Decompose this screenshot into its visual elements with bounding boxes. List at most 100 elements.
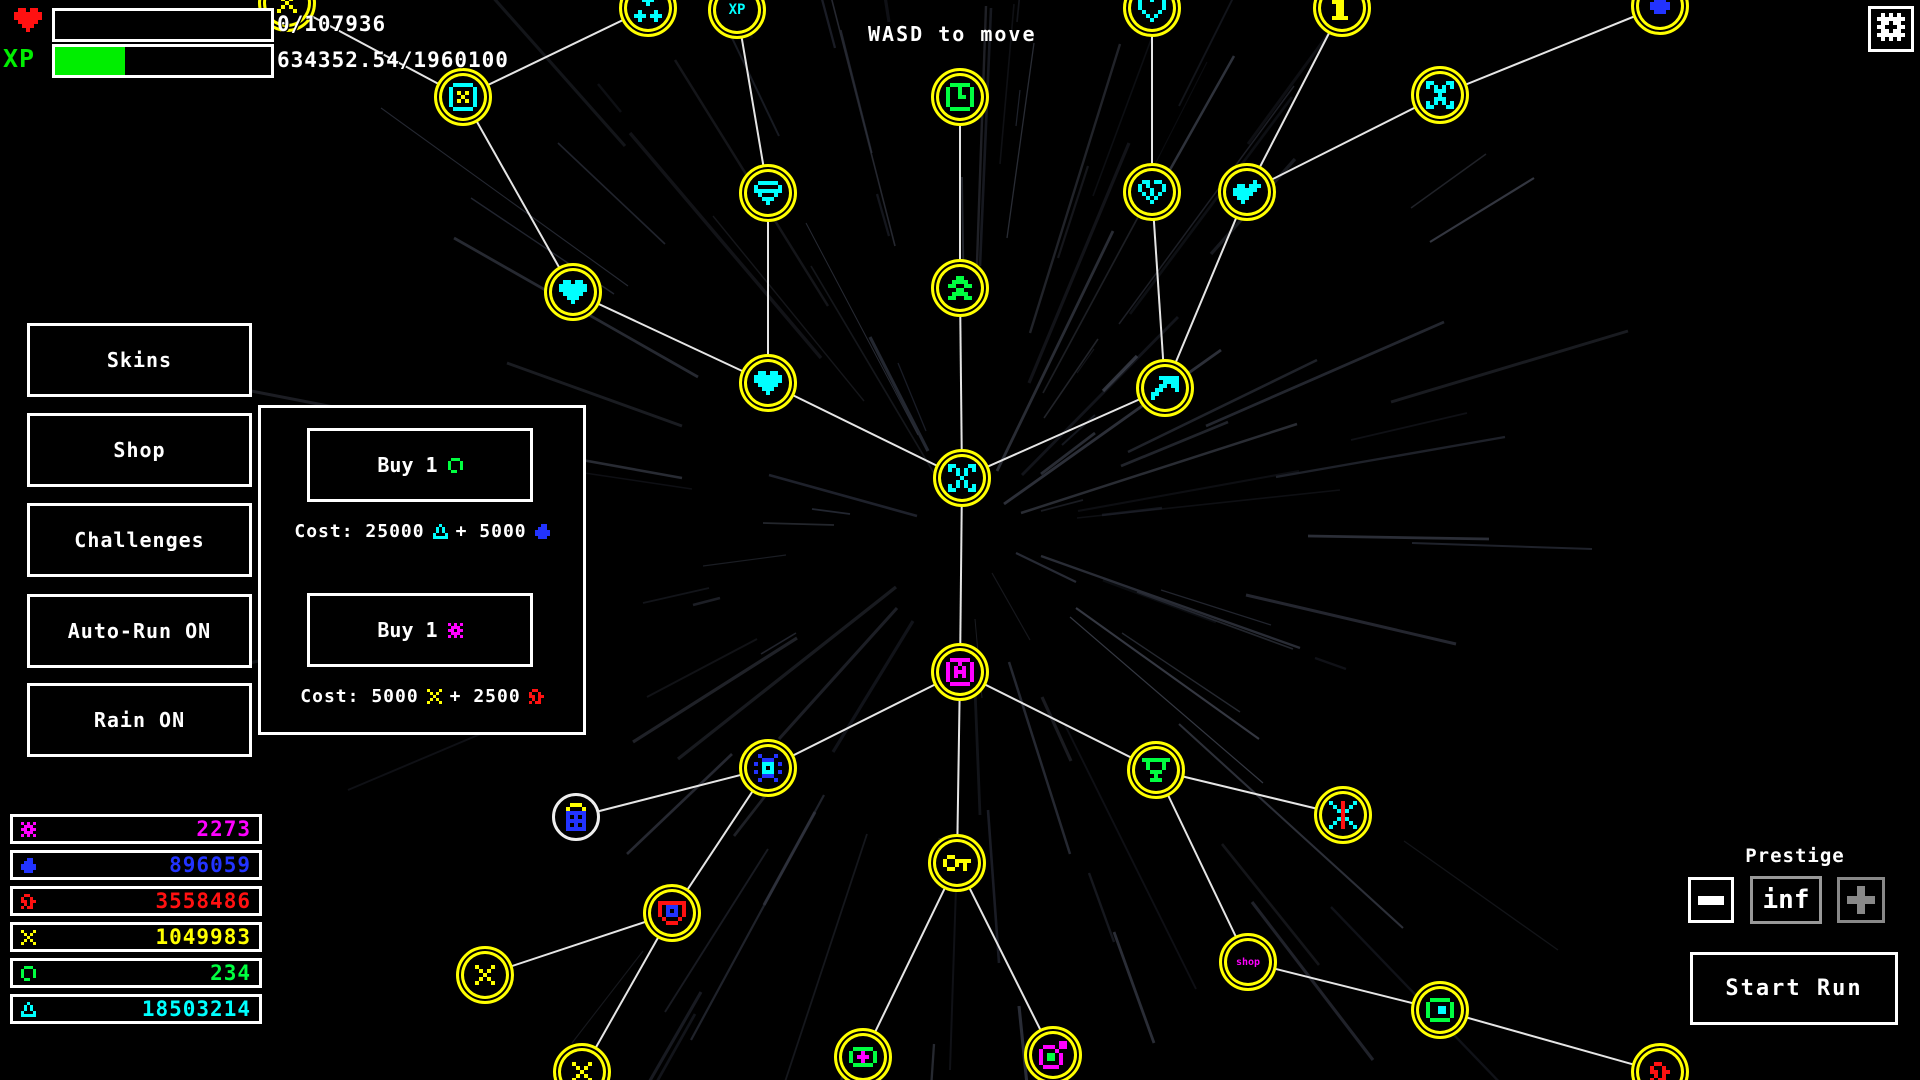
health-bar (52, 8, 274, 42)
resource-row-xmark: 1049983 (10, 922, 262, 952)
cost-text: + 5000 (456, 521, 527, 542)
menu-challenges-button[interactable]: Challenges (27, 503, 252, 577)
pack-icon (562, 803, 590, 831)
ring-icon (21, 966, 36, 981)
health-value: 0/107936 (277, 12, 386, 36)
ringx-icon (449, 83, 477, 111)
buy-button-1[interactable]: Buy 1 (307, 428, 533, 502)
xmark-icon (572, 1062, 592, 1080)
flask-icon (21, 1002, 36, 1017)
orb-icon (1650, 0, 1670, 14)
skill-node-auto[interactable] (931, 643, 989, 701)
resource-value: 2273 (36, 817, 251, 841)
tree-edge (1156, 770, 1248, 962)
cost-text: Cost: 5000 (300, 686, 418, 707)
buy-panel: Buy 1Cost: 25000+ 5000Buy 1Cost: 5000+ 2… (258, 405, 586, 735)
virus-icon (1650, 1062, 1670, 1080)
heart-b-icon (1138, 180, 1166, 204)
tree-edge (962, 388, 1165, 478)
cursor-icon (1151, 376, 1179, 400)
tree-edge (768, 383, 962, 478)
skill-node-heart-mid[interactable] (739, 354, 797, 412)
heart-o-icon (1138, 0, 1166, 22)
cost-line-1: Cost: 25000 + 5000 (261, 521, 583, 542)
skill-node-ring-x[interactable] (434, 68, 492, 126)
burstg-icon (849, 1047, 877, 1067)
cost-text: Cost: 25000 (294, 521, 424, 542)
skill-node-backpack[interactable] (552, 793, 600, 841)
resource-value: 1049983 (36, 925, 251, 949)
buy-button-label: Buy 1 (377, 618, 437, 642)
menu-skins-button[interactable]: Skins (27, 323, 252, 397)
skill-node-bug-red[interactable] (1314, 786, 1372, 844)
blob-icon (21, 858, 36, 873)
heart-icon (14, 8, 42, 32)
skill-node-heart-left[interactable] (544, 263, 602, 321)
tree-edge (960, 672, 1156, 770)
virus-icon (529, 689, 544, 704)
buy-button-2[interactable]: Buy 1 (307, 593, 533, 667)
xmark-icon (21, 930, 36, 945)
blob-icon (535, 524, 550, 539)
tree-edge (1247, 8, 1342, 192)
resource-value: 18503214 (36, 997, 251, 1021)
resource-row-blob: 896059 (10, 850, 262, 880)
bugr-icon (1329, 801, 1357, 829)
resource-row-ring: 234 (10, 958, 262, 988)
plus-icon (1847, 886, 1875, 914)
skill-node-key[interactable] (928, 834, 986, 892)
tree-edge (1165, 192, 1247, 388)
gear-icon (1877, 13, 1905, 45)
node-label-shop: shop (1236, 957, 1260, 968)
skill-node-x-yellow[interactable] (456, 946, 514, 1004)
xp-bar (52, 44, 274, 78)
menu-auto-run-button[interactable]: Auto-Run ON (27, 594, 252, 668)
buy-button-label: Buy 1 (377, 453, 437, 477)
key-icon (943, 855, 971, 871)
burst-icon (448, 623, 463, 638)
node-label-xp: XP (729, 2, 746, 18)
shield-icon (754, 181, 782, 205)
skill-node-cursor[interactable] (1136, 359, 1194, 417)
xp-label: XP (3, 44, 35, 73)
tree-edge (863, 863, 957, 1057)
skill-node-burst-ring[interactable] (834, 1028, 892, 1080)
skill-node-trophy[interactable] (1127, 741, 1185, 799)
skill-node-chevrons[interactable] (931, 259, 989, 317)
skill-node-heart-plus[interactable] (1218, 163, 1276, 221)
xp-bar-fill (55, 47, 125, 75)
skill-node-broken-heart[interactable] (1123, 163, 1181, 221)
skill-node-clock[interactable] (931, 68, 989, 126)
skill-node-bug-blue[interactable] (739, 739, 797, 797)
tree-edge (1440, 6, 1660, 95)
shieldr-icon (658, 901, 686, 925)
resource-value: 896059 (36, 853, 251, 877)
skill-node-shield-red[interactable] (643, 884, 701, 942)
heart-icon (559, 280, 587, 304)
one-icon (1328, 0, 1356, 20)
settings-button[interactable] (1868, 6, 1914, 52)
menu-shop-button[interactable]: Shop (27, 413, 252, 487)
skill-node-spread[interactable] (1411, 66, 1469, 124)
resource-row-flask: 18503214 (10, 994, 262, 1024)
resource-row-burst: 2273 (10, 814, 262, 844)
tree-edge (1440, 1010, 1660, 1072)
virus-icon (21, 894, 36, 909)
skill-node-center[interactable] (933, 449, 991, 507)
addm-icon (1039, 1041, 1067, 1069)
xmark-icon (475, 965, 495, 985)
prestige-plus-button[interactable] (1837, 877, 1885, 923)
heart-icon (754, 371, 782, 395)
plus2-icon (634, 0, 662, 22)
menu-rain-button[interactable]: Rain ON (27, 683, 252, 757)
skill-node-shield[interactable] (739, 164, 797, 222)
tree-edge (1247, 95, 1440, 192)
resource-row-virus: 3558486 (10, 886, 262, 916)
resource-value: 234 (36, 961, 251, 985)
expand-icon (948, 464, 976, 492)
skill-node-add-currency[interactable] (1024, 1026, 1082, 1080)
skill-node-refresh[interactable] (1411, 981, 1469, 1039)
skill-node-shop[interactable]: shop (1219, 933, 1277, 991)
prestige-minus-button[interactable] (1688, 877, 1734, 923)
start-run-button[interactable]: Start Run (1690, 952, 1898, 1025)
